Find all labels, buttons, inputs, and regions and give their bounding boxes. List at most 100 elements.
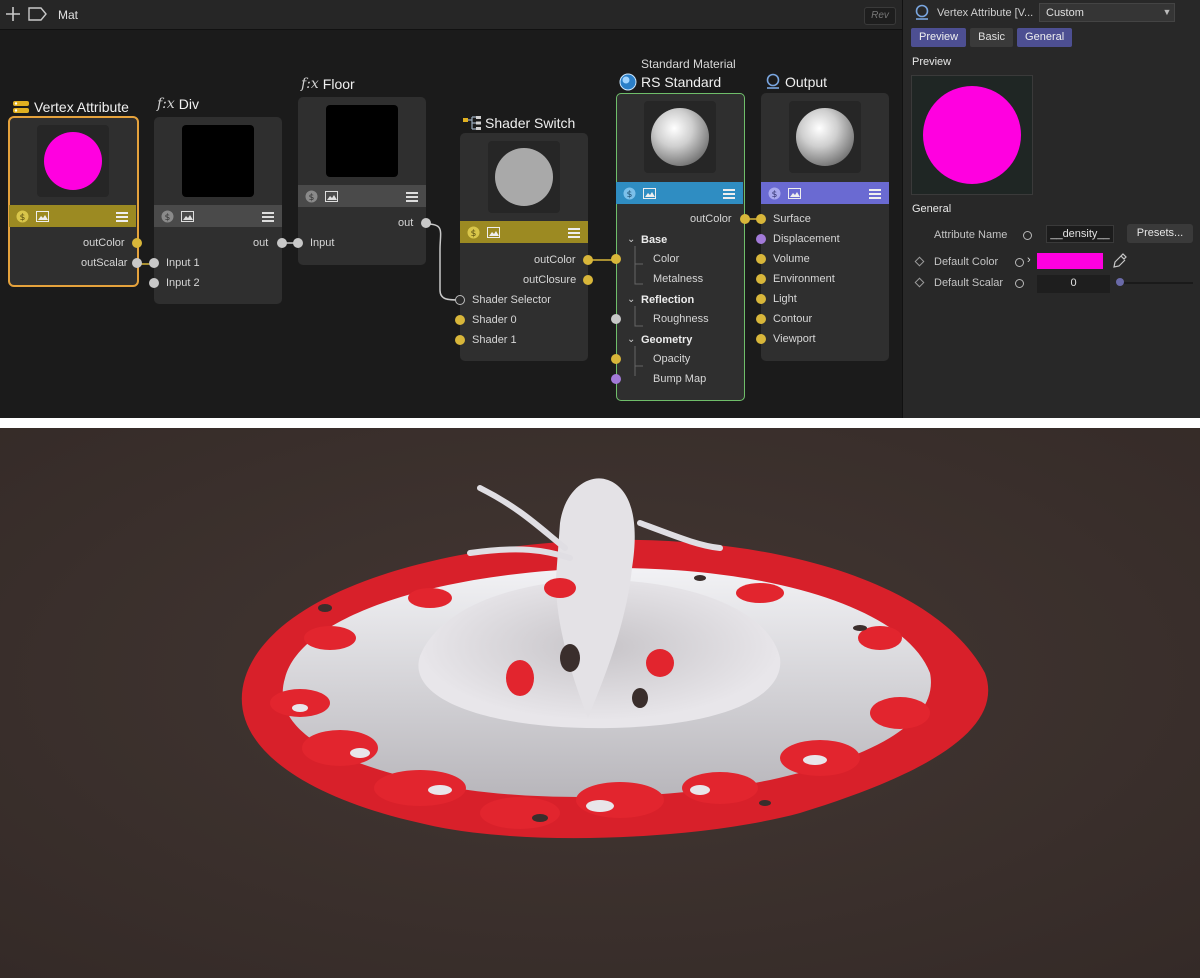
menu-icon[interactable] xyxy=(262,210,274,222)
chevron-down-icon[interactable]: ⌄ xyxy=(627,334,635,345)
output-port-dot[interactable] xyxy=(583,255,593,265)
animate-diamond-icon[interactable] xyxy=(914,256,925,267)
port-outcolor: outColor xyxy=(83,237,125,249)
input-port-dot[interactable] xyxy=(149,258,159,268)
node-title-text: Output xyxy=(785,74,828,90)
image-icon[interactable] xyxy=(486,225,500,239)
dollar-icon[interactable]: $ xyxy=(15,209,29,223)
node-toolbar: $ xyxy=(298,185,426,207)
svg-text:$: $ xyxy=(626,190,632,200)
keyframe-circle-icon[interactable] xyxy=(1023,231,1032,240)
svg-text:$: $ xyxy=(771,190,777,200)
tab-preview[interactable]: Preview xyxy=(911,28,967,47)
port-shader-selector: Shader Selector xyxy=(472,294,551,306)
tab-general[interactable]: General xyxy=(1017,28,1073,47)
svg-text:$: $ xyxy=(308,193,314,203)
port-input-2: Input 2 xyxy=(166,277,200,289)
group-reflection[interactable]: Reflection xyxy=(641,294,694,306)
function-icon: f:x xyxy=(301,76,319,92)
function-icon: f:x xyxy=(157,96,175,112)
input-port-dot[interactable] xyxy=(756,294,766,304)
input-port-dot[interactable] xyxy=(455,295,465,305)
output-port-dot[interactable] xyxy=(740,214,750,224)
image-icon[interactable] xyxy=(324,189,338,203)
port-out: out xyxy=(253,237,269,249)
input-port-dot[interactable] xyxy=(611,374,621,384)
tag-icon[interactable] xyxy=(28,4,48,24)
group-base[interactable]: Base xyxy=(641,234,667,246)
attribute-name-input[interactable]: __density__ xyxy=(1046,225,1114,243)
node-shader-switch[interactable]: $ xyxy=(460,133,588,361)
input-port-dot[interactable] xyxy=(455,335,465,345)
slider-handle[interactable] xyxy=(1116,278,1124,286)
port-displacement: Displacement xyxy=(773,233,840,245)
keyframe-circle-icon[interactable] xyxy=(1015,279,1024,288)
input-port-dot[interactable] xyxy=(756,234,766,244)
node-editor-window: Mat Rev Vertex Attribute $ outColor outS… xyxy=(0,0,1200,418)
menu-icon[interactable] xyxy=(723,187,735,199)
plus-icon[interactable] xyxy=(3,4,23,24)
input-port-dot[interactable] xyxy=(756,334,766,344)
panel-tabs: Preview Basic General xyxy=(911,28,1073,47)
node-title-text: RS Standard xyxy=(641,74,722,90)
image-icon[interactable] xyxy=(35,209,49,223)
rev-button[interactable]: Rev xyxy=(864,7,896,25)
dollar-icon[interactable]: $ xyxy=(767,186,781,200)
node-toolbar: $ xyxy=(460,221,588,243)
dollar-icon[interactable]: $ xyxy=(304,189,318,203)
dollar-icon[interactable]: $ xyxy=(466,225,480,239)
switch-icon xyxy=(463,116,481,130)
input-port-dot[interactable] xyxy=(756,254,766,264)
output-port-dot[interactable] xyxy=(132,258,142,268)
tab-basic[interactable]: Basic xyxy=(970,28,1014,47)
input-port-dot[interactable] xyxy=(756,214,766,224)
input-port-dot[interactable] xyxy=(149,278,159,288)
image-icon[interactable] xyxy=(787,186,801,200)
chevron-down-icon[interactable]: ▼ xyxy=(1159,4,1175,21)
group-tree-lines xyxy=(634,246,643,376)
node-title-text: Floor xyxy=(322,76,355,92)
input-port-dot[interactable] xyxy=(611,254,621,264)
output-port-dot[interactable] xyxy=(132,238,142,248)
port-contour: Contour xyxy=(773,313,813,325)
eyedropper-icon[interactable] xyxy=(1113,253,1127,269)
default-color-swatch[interactable] xyxy=(1037,253,1103,269)
input-port-dot[interactable] xyxy=(455,315,465,325)
input-port-dot[interactable] xyxy=(293,238,303,248)
menu-icon[interactable] xyxy=(869,187,881,199)
port-metalness: Metalness xyxy=(653,273,704,285)
input-port-dot[interactable] xyxy=(611,314,621,324)
input-port-dot[interactable] xyxy=(611,354,621,364)
attribute-panel: Vertex Attribute [V... Custom ▼ Preview … xyxy=(902,0,1200,418)
menu-icon[interactable] xyxy=(116,210,128,222)
chevron-down-icon[interactable]: ⌄ xyxy=(627,294,635,305)
chevron-down-icon[interactable]: ⌄ xyxy=(627,234,635,245)
input-port-dot[interactable] xyxy=(756,274,766,284)
presets-button[interactable]: Presets... xyxy=(1127,224,1193,243)
svg-text:$: $ xyxy=(470,229,476,239)
section-general-heading: General xyxy=(912,203,952,215)
dollar-icon[interactable]: $ xyxy=(622,186,636,200)
default-color-label: Default Color xyxy=(934,256,999,268)
node-div[interactable]: $ xyxy=(154,117,282,304)
animate-diamond-icon[interactable] xyxy=(914,277,925,288)
port-shader-1: Shader 1 xyxy=(472,334,517,346)
output-port-dot[interactable] xyxy=(421,218,431,228)
default-scalar-slider[interactable] xyxy=(1118,282,1193,284)
preset-dropdown[interactable]: Custom xyxy=(1039,3,1175,22)
group-geometry[interactable]: Geometry xyxy=(641,334,692,346)
dollar-icon[interactable]: $ xyxy=(160,209,174,223)
output-port-dot[interactable] xyxy=(583,275,593,285)
image-icon[interactable] xyxy=(642,186,656,200)
keyframe-circle-icon[interactable] xyxy=(1015,258,1024,267)
image-icon[interactable] xyxy=(180,209,194,223)
menu-icon[interactable] xyxy=(568,226,580,238)
input-port-dot[interactable] xyxy=(756,314,766,324)
chevron-right-icon[interactable]: › xyxy=(1027,254,1031,266)
default-scalar-label: Default Scalar xyxy=(934,277,1004,289)
menu-icon[interactable] xyxy=(406,190,418,202)
output-port-dot[interactable] xyxy=(277,238,287,248)
default-scalar-input[interactable]: 0 xyxy=(1037,275,1110,293)
section-preview-heading: Preview xyxy=(912,56,952,68)
node-title-text: Div xyxy=(178,96,200,112)
